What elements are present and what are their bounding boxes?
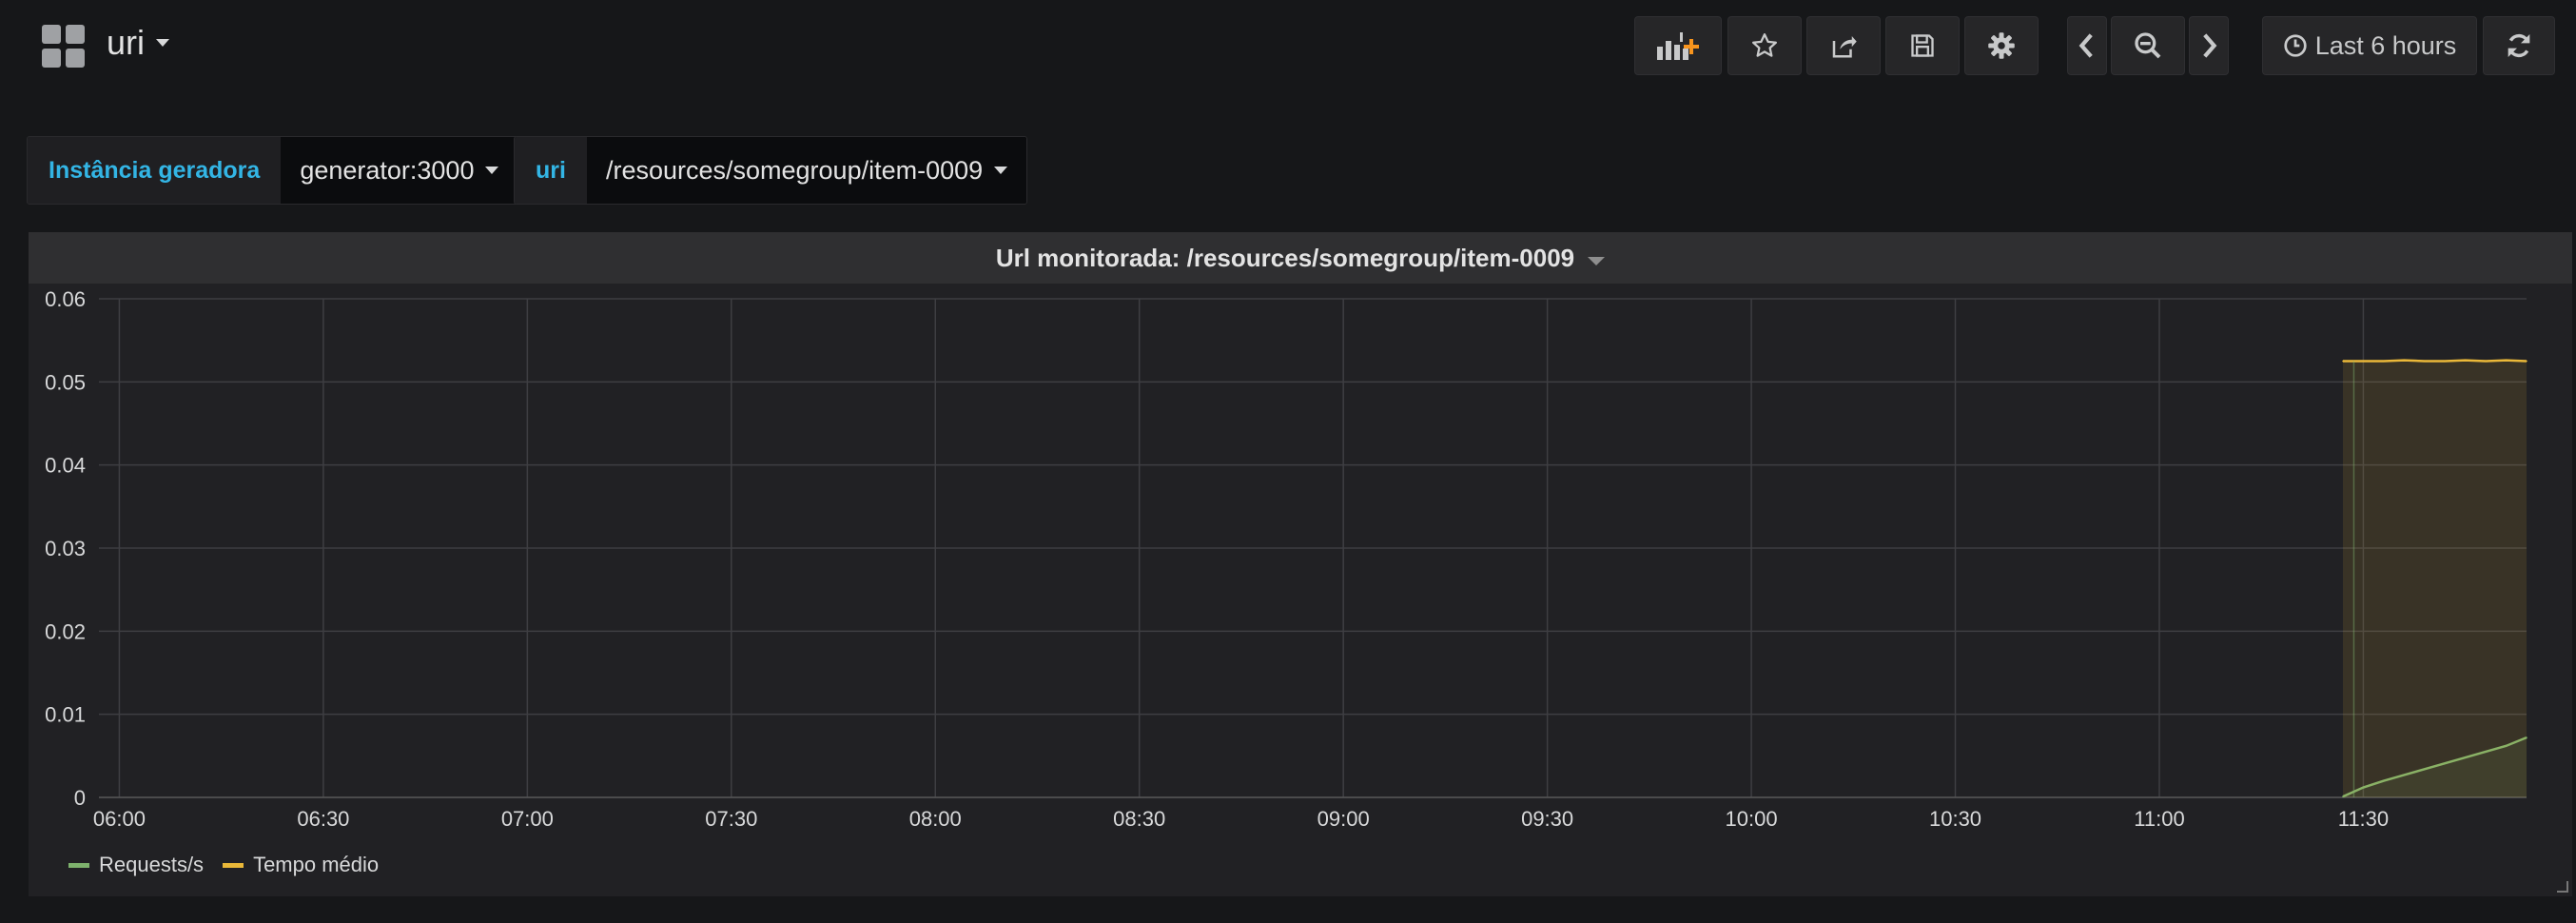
variable-select-generator[interactable]: generator:3000 xyxy=(281,137,518,204)
legend-item-tempo-medio[interactable]: Tempo médio xyxy=(223,853,379,877)
variable-value: /resources/somegroup/item-0009 xyxy=(605,155,984,185)
time-forward-button[interactable] xyxy=(2189,16,2229,75)
panel-resize-handle[interactable] xyxy=(2557,881,2568,893)
star-icon xyxy=(1752,33,1777,57)
variable-instancia-geradora: Instância geradora generator:3000 xyxy=(27,136,519,205)
zoom-out-icon xyxy=(2135,32,2161,59)
dashboard-title: uri xyxy=(107,23,146,62)
x-tick-label: 11:00 xyxy=(2134,807,2184,831)
refresh-icon xyxy=(2508,33,2530,58)
x-tick-label: 06:00 xyxy=(93,807,146,831)
legend-item-requests[interactable]: Requests/s xyxy=(68,853,204,877)
caret-down-icon xyxy=(156,39,170,47)
x-tick-label: 10:00 xyxy=(1726,807,1778,831)
chevron-right-icon xyxy=(2203,33,2217,58)
series-line xyxy=(2342,359,2527,363)
x-tick-label: 09:30 xyxy=(1521,807,1573,831)
y-tick-label: 0.02 xyxy=(45,619,86,643)
y-tick-label: 0.06 xyxy=(45,287,86,311)
refresh-button[interactable] xyxy=(2483,16,2555,75)
x-tick-label: 08:00 xyxy=(909,807,962,831)
data-point xyxy=(2464,359,2467,362)
data-point xyxy=(2485,360,2487,363)
chart-area[interactable]: 0 0.01 0.02 0.03 0.04 0.05 0.06 06:00 06:30 07:00… xyxy=(29,232,2572,896)
time-range-picker[interactable]: Last 6 hours xyxy=(2262,16,2477,75)
settings-button[interactable] xyxy=(1964,16,2039,75)
x-tick-label: 07:00 xyxy=(501,807,554,831)
save-icon xyxy=(1911,34,1934,57)
x-tick-label: 08:30 xyxy=(1113,807,1165,831)
data-point xyxy=(2362,360,2365,363)
data-point xyxy=(2423,360,2426,363)
add-panel-icon xyxy=(1657,32,1699,60)
chart-legend: Requests/s Tempo médio xyxy=(68,853,379,877)
save-button[interactable] xyxy=(1885,16,1960,75)
graph-panel: 0 0.01 0.02 0.03 0.04 0.05 0.06 06:00 06:30 07:00… xyxy=(29,232,2572,896)
legend-swatch xyxy=(68,862,89,868)
data-point xyxy=(2342,360,2344,363)
chevron-left-icon xyxy=(2078,33,2093,58)
variable-value: generator:3000 xyxy=(300,155,475,185)
x-tick-label: 10:30 xyxy=(1929,807,1981,831)
variable-label: Instância geradora xyxy=(28,137,282,204)
top-navbar: uri Last 6 hours xyxy=(0,0,2576,95)
x-tick-label: 06:30 xyxy=(297,807,349,831)
dashboard-title-dropdown[interactable]: uri xyxy=(107,23,170,63)
share-icon xyxy=(1832,36,1857,58)
caret-down-icon xyxy=(485,167,499,174)
legend-label: Requests/s xyxy=(99,853,205,876)
time-range-label: Last 6 hours xyxy=(2314,30,2457,60)
x-tick-label: 11:30 xyxy=(2338,807,2389,831)
variable-select-uri[interactable]: /resources/somegroup/item-0009 xyxy=(586,137,1027,204)
y-tick-label: 0.04 xyxy=(45,454,86,478)
caret-down-icon xyxy=(994,167,1008,174)
panel-title: Url monitorada: /resources/somegroup/ite… xyxy=(995,243,1575,272)
legend-swatch xyxy=(223,862,244,868)
y-tick-label: 0.05 xyxy=(45,370,86,394)
variable-uri: uri /resources/somegroup/item-0009 xyxy=(514,136,1028,205)
zoom-out-button[interactable] xyxy=(2111,16,2185,75)
data-point xyxy=(2403,359,2406,362)
data-point xyxy=(2526,360,2527,363)
panel-header[interactable]: Url monitorada: /resources/somegroup/ite… xyxy=(29,232,2572,284)
series-area xyxy=(2342,360,2527,797)
clock-icon xyxy=(2284,34,2307,57)
share-button[interactable] xyxy=(1806,16,1881,75)
data-point xyxy=(2383,360,2385,363)
variable-label: uri xyxy=(515,137,587,204)
star-button[interactable] xyxy=(1727,16,1802,75)
time-back-button[interactable] xyxy=(2067,16,2107,75)
x-tick-label: 09:00 xyxy=(1317,807,1370,831)
data-point xyxy=(2444,360,2447,363)
caret-down-icon xyxy=(1588,256,1606,265)
data-point xyxy=(2505,359,2508,362)
y-tick-label: 0.01 xyxy=(45,703,86,727)
legend-label: Tempo médio xyxy=(253,853,380,876)
add-panel-button[interactable] xyxy=(1634,16,1722,75)
x-tick-label: 07:30 xyxy=(705,807,757,831)
grid-icon[interactable] xyxy=(42,25,86,69)
y-tick-label: 0.03 xyxy=(45,537,86,560)
y-tick-label: 0 xyxy=(74,786,86,810)
gear-icon xyxy=(1988,32,2015,59)
